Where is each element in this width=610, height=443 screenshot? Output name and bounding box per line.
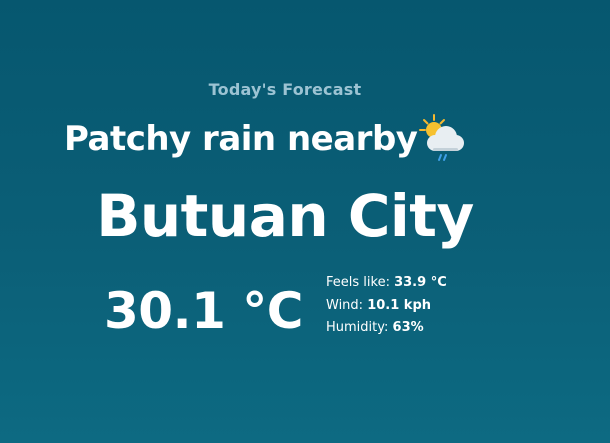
city-name: Butuan City: [96, 182, 474, 250]
forecast-heading: Today's Forecast: [208, 80, 362, 99]
humidity-value: 63%: [392, 320, 424, 335]
wind-label: Wind:: [326, 297, 364, 313]
wind-value: 10.1 kph: [367, 297, 432, 313]
wind-row: Wind: 10.1 kph: [326, 295, 447, 318]
condition-label: Patchy rain nearby: [64, 119, 418, 159]
weather-condition: Patchy rain nearby: [64, 112, 465, 166]
sun-cloud-rain-icon: [419, 112, 465, 166]
current-temperature: 30.1 °C: [104, 282, 303, 340]
feels-like-label: Feels like:: [326, 275, 390, 290]
humidity-label: Humidity:: [326, 320, 389, 335]
weather-details: Feels like: 33.9 °C Wind: 10.1 kph Humid…: [326, 272, 447, 340]
forecast-panel: Today's Forecast Patchy rain nearby Butu…: [0, 0, 610, 443]
humidity-row: Humidity: 63%: [326, 317, 447, 340]
feels-like-value: 33.9 °C: [394, 275, 447, 290]
feels-like-row: Feels like: 33.9 °C: [326, 272, 447, 295]
